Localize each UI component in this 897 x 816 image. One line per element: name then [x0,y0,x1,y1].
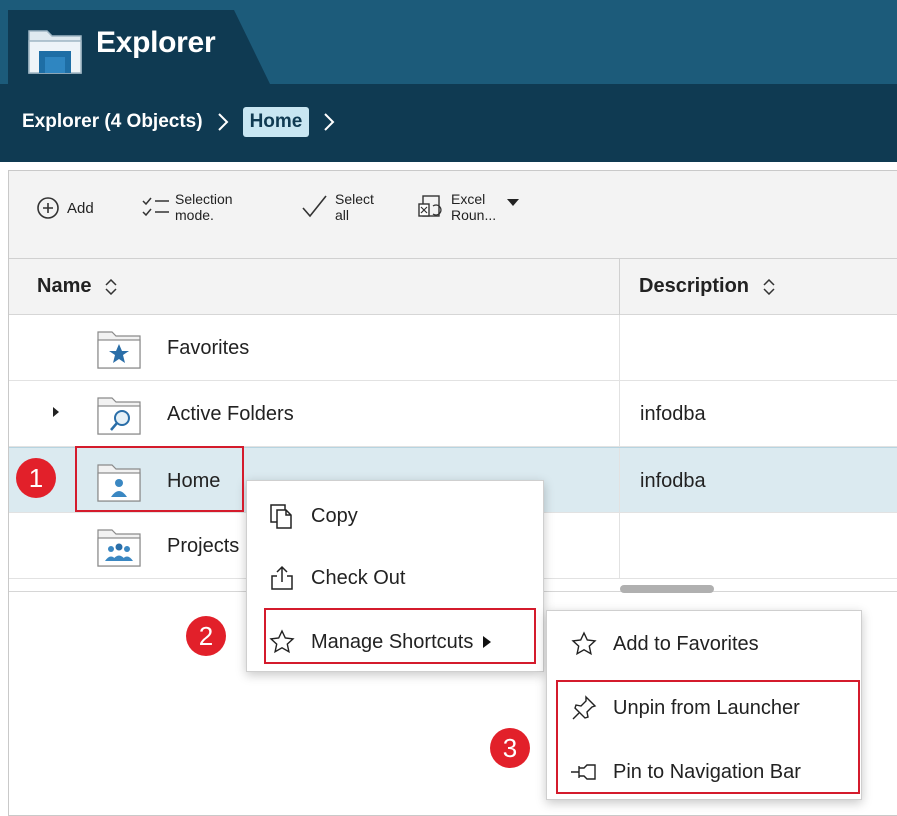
chevron-right-icon[interactable] [319,110,339,134]
menu-item-add-to-favorites[interactable]: Add to Favorites [569,619,759,669]
select-all-label-1: Select [335,191,374,207]
favorites-folder-icon [97,331,141,369]
star-icon [571,631,597,656]
add-label: Add [67,199,94,217]
sort-icon [105,278,117,295]
grid-header: Name Description [9,259,897,315]
excel-round-button[interactable]: Excel Roun... [417,191,522,223]
breadcrumb-root[interactable]: Explorer (4 Objects) [22,111,203,133]
row-name: Active Folders [167,403,294,425]
column-header-name[interactable]: Name [37,275,117,298]
selection-mode-label-2: mode. [175,207,214,223]
highlight-manage-shortcuts [264,608,536,664]
select-all-button[interactable]: Select all [299,191,374,223]
add-circle-icon [37,197,59,219]
check-out-icon [271,565,293,590]
projects-folder-icon [97,529,141,567]
menu-label: Check Out [311,566,406,589]
checklist-icon [142,197,169,217]
search-folder-icon [97,397,141,435]
toolbar: Add Selection mode. Select all Excel Rou… [9,171,897,259]
add-button[interactable]: Add [35,195,94,221]
column-divider[interactable] [619,259,620,315]
app-title: Explorer [96,26,216,59]
highlight-home [75,446,244,512]
menu-label: Copy [311,504,358,527]
menu-item-copy[interactable]: Copy [267,491,358,541]
column-header-description[interactable]: Description [639,275,775,298]
sort-icon [763,278,775,295]
step-badge-3: 3 [490,728,530,768]
excel-label-2: Roun... [451,207,497,223]
breadcrumb: Explorer (4 Objects) Home [22,104,349,140]
row-description: infodba [640,470,706,492]
checkmark-icon [302,195,327,218]
highlight-pin-options [556,680,860,794]
breadcrumb-current[interactable]: Home [242,107,310,137]
chevron-right-icon[interactable] [213,110,233,134]
selection-mode-button[interactable]: Selection mode. [141,191,233,223]
dropdown-arrow-icon[interactable] [504,197,522,209]
row-description: infodba [640,403,706,425]
explorer-app-icon [28,30,82,74]
expand-caret-icon[interactable] [51,405,61,419]
menu-label: Add to Favorites [613,632,759,655]
selection-mode-label-1: Selection [175,191,233,207]
excel-label-1: Excel [451,191,486,207]
select-all-label-2: all [335,207,350,223]
menu-item-check-out[interactable]: Check Out [267,553,405,603]
app-header: Explorer Explorer (4 Objects) Home [0,0,897,162]
row-name: Projects [167,535,240,557]
copy-icon [270,504,292,529]
row-name: Favorites [167,337,250,359]
table-row-active-folders[interactable]: Active Folders infodba [9,381,897,447]
horizontal-scrollbar[interactable] [620,585,714,593]
step-badge-2: 2 [186,616,226,656]
step-badge-1: 1 [16,458,56,498]
excel-export-icon [418,195,442,217]
table-row-favorites[interactable]: Favorites [9,315,897,381]
